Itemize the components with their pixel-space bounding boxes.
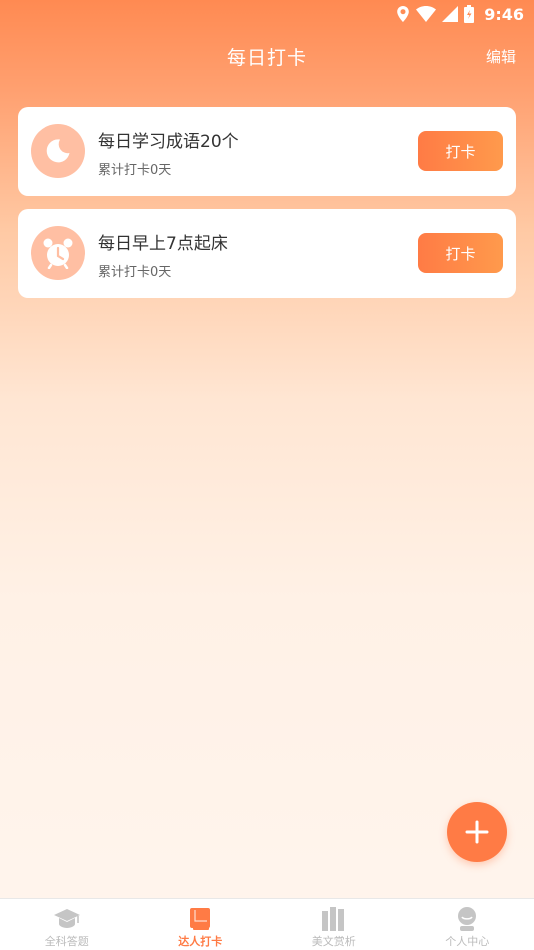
nav-item-checkin[interactable]: 达人打卡 bbox=[134, 899, 268, 950]
person-icon bbox=[458, 907, 477, 931]
task-icon-circle: z bbox=[31, 124, 85, 178]
nav-label: 达人打卡 bbox=[178, 935, 223, 948]
bottom-nav: 全科答题 达人打卡 美文赏析 个人中心 bbox=[0, 898, 534, 950]
nav-label: 美文赏析 bbox=[311, 935, 356, 948]
task-card: z 每日学习成语20个 累计打卡0天 打卡 bbox=[18, 107, 516, 196]
graduation-cap-icon bbox=[53, 909, 80, 928]
nav-item-profile[interactable]: 个人中心 bbox=[401, 899, 534, 950]
header: 每日打卡 编辑 bbox=[0, 28, 534, 84]
task-title: 每日早上7点起床 bbox=[98, 234, 228, 254]
moon-icon: z bbox=[46, 139, 70, 163]
task-title: 每日学习成语20个 bbox=[98, 132, 239, 152]
alarm-clock-icon bbox=[43, 238, 73, 269]
nav-item-articles[interactable]: 美文赏析 bbox=[267, 899, 401, 950]
checkin-button[interactable]: 打卡 bbox=[418, 233, 503, 273]
battery-icon bbox=[464, 5, 475, 23]
task-card: 每日早上7点起床 累计打卡0天 打卡 bbox=[18, 209, 516, 298]
books-icon bbox=[321, 907, 344, 931]
edit-button[interactable]: 编辑 bbox=[486, 46, 516, 67]
book-icon bbox=[190, 908, 211, 930]
nav-label: 个人中心 bbox=[445, 935, 490, 948]
status-time: 9:46 bbox=[484, 4, 524, 24]
location-icon bbox=[397, 6, 410, 22]
nav-item-quiz[interactable]: 全科答题 bbox=[0, 899, 134, 950]
svg-text:z: z bbox=[61, 142, 66, 151]
add-task-button[interactable] bbox=[447, 802, 507, 862]
task-icon-circle bbox=[31, 226, 85, 280]
task-count: 累计打卡0天 bbox=[98, 163, 172, 178]
status-bar: 9:46 bbox=[0, 0, 534, 28]
wifi-icon bbox=[416, 6, 437, 22]
page-title: 每日打卡 bbox=[226, 46, 307, 69]
task-count: 累计打卡0天 bbox=[98, 265, 172, 280]
plus-icon bbox=[465, 820, 489, 844]
checkin-button[interactable]: 打卡 bbox=[418, 131, 503, 171]
signal-icon bbox=[442, 6, 459, 22]
nav-label: 全科答题 bbox=[44, 935, 89, 948]
